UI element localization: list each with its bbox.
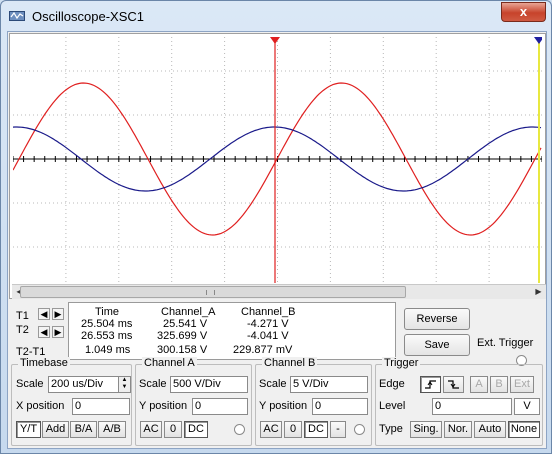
scroll-thumb[interactable] [20,286,406,298]
t2-channel-a: 325.699 V [157,330,208,342]
timebase-group: Timebase Scale 200 us/Div ▲ ▼ X position … [11,357,132,446]
type-auto-button[interactable]: Auto [474,421,506,438]
type-single-button[interactable]: Sing. [410,421,442,438]
channel-a-zero-button[interactable]: 0 [164,421,182,438]
delta-time: 1.049 ms [85,344,131,356]
channel-a-ac-button[interactable]: AC [140,421,162,438]
falling-edge-icon[interactable] [443,376,464,393]
delta-channel-a: 300.158 V [157,344,208,356]
t2-label: T2 [16,324,29,336]
trigger-group: Trigger Edge A B Ext Level 0 V Type Sing… [375,357,543,446]
ext-trigger-label: Ext. Trigger [477,337,534,349]
timebase-title: Timebase [18,357,70,369]
channel-b-group: Channel B Scale 5 V/Div Y position 0 AC … [255,357,372,446]
t1-left-arrow-icon[interactable]: ◀ [38,308,50,320]
x-position-field[interactable]: 0 [72,398,130,415]
t1-channel-a: 25.541 V [163,318,208,330]
channel-b-terminal[interactable] [354,424,365,435]
channel-a-ypos-label: Y position [139,400,188,412]
channel-a-scale-field[interactable]: 500 V/Div [170,376,248,393]
timebase-spinner[interactable]: ▲ ▼ [118,376,131,393]
channel-b-scale-field[interactable]: 5 V/Div [290,376,368,393]
channel-b-dc-button[interactable]: DC [304,421,328,438]
channel-b-ypos-field[interactable]: 0 [312,398,368,415]
reverse-button[interactable]: Reverse [404,308,470,330]
oscilloscope-display: ◀ ▶ [9,33,546,299]
mode-yt-button[interactable]: Y/T [16,421,41,438]
measurement-table: Time Channel_A Channel_B 25.504 ms 25.54… [68,302,396,360]
mode-add-button[interactable]: Add [42,421,69,438]
t2-time: 26.553 ms [81,330,133,342]
window-title: Oscilloscope-XSC1 [32,9,144,24]
t1-time: 25.504 ms [81,318,133,330]
channel-b-scale-label: Scale [259,378,287,390]
t2-channel-b: -4.041 V [247,330,289,342]
t1-cursor-marker-icon [270,37,280,44]
header-channel-a: Channel_A [161,306,216,318]
type-normal-button[interactable]: Nor. [444,421,472,438]
close-icon: x [519,4,528,19]
oscilloscope-app-icon [9,11,25,21]
waveform-plot [13,37,542,283]
oscilloscope-window: Oscilloscope-XSC1 x ◀ ▶ T1 ◀ ▶ T2 ◀ ▶ T2… [0,0,552,454]
trigger-source-b-button[interactable]: B [490,376,508,393]
rising-edge-icon[interactable] [420,376,441,393]
header-channel-b: Channel_B [241,306,296,318]
grip-icon [206,290,215,295]
channel-b-ypos-label: Y position [259,400,308,412]
channel-b-title: Channel B [262,357,318,369]
trigger-source-ext-button[interactable]: Ext [510,376,534,393]
level-field[interactable]: 0 [432,398,512,415]
channel-b-zero-button[interactable]: 0 [284,421,302,438]
cursor-readout: T1 ◀ ▶ T2 ◀ ▶ T2-T1 Time Channel_A Chann… [10,302,398,360]
channel-a-dc-button[interactable]: DC [184,421,208,438]
level-label: Level [379,400,406,412]
type-none-button[interactable]: None [508,421,540,438]
channel-b-invert-button[interactable]: - [330,421,346,438]
t1-label: T1 [16,310,29,322]
timebase-scale-label: Scale [16,378,44,390]
mode-ab-button[interactable]: A/B [98,421,126,438]
t1-channel-b: -4.271 V [247,318,289,330]
trigger-title: Trigger [382,357,421,369]
delta-channel-b: 229.877 mV [233,344,293,356]
t2-right-arrow-icon[interactable]: ▶ [52,326,64,338]
x-position-label: X position [16,400,65,412]
title-bar[interactable]: Oscilloscope-XSC1 x [1,1,551,31]
channel-a-title: Channel A [142,357,197,369]
client-area: ◀ ▶ T1 ◀ ▶ T2 ◀ ▶ T2-T1 Time Channel_A C… [7,31,547,449]
edge-label: Edge [379,378,405,390]
horizontal-scrollbar[interactable]: ◀ ▶ [12,284,546,299]
t1-right-arrow-icon[interactable]: ▶ [52,308,64,320]
type-label: Type [379,423,403,435]
scroll-right-icon[interactable]: ▶ [531,285,546,299]
channel-a-ypos-field[interactable]: 0 [192,398,248,415]
timebase-scale-field[interactable]: 200 us/Div [48,376,119,393]
close-button[interactable]: x [501,2,546,22]
save-button[interactable]: Save [404,334,470,356]
channel-b-ac-button[interactable]: AC [260,421,282,438]
channel-a-terminal[interactable] [234,424,245,435]
t2-left-arrow-icon[interactable]: ◀ [38,326,50,338]
level-unit-select[interactable]: V [514,398,540,415]
mode-ba-button[interactable]: B/A [70,421,97,438]
header-time: Time [95,306,120,318]
channel-a-group: Channel A Scale 500 V/Div Y position 0 A… [135,357,252,446]
trigger-source-a-button[interactable]: A [470,376,488,393]
channel-a-scale-label: Scale [139,378,167,390]
